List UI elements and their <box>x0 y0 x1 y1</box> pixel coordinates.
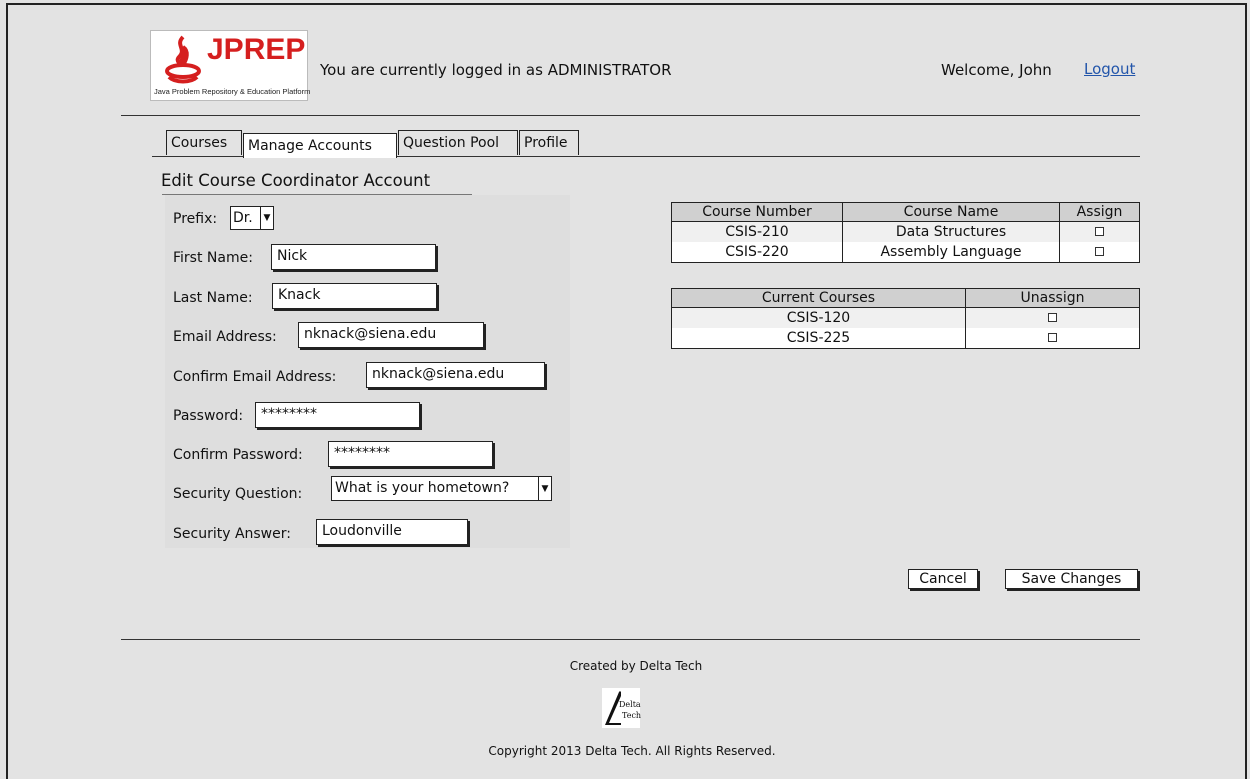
delta-logo-line2: Tech <box>622 711 642 720</box>
flame-icon <box>165 35 201 84</box>
last-name-field[interactable]: Knack <box>272 283 437 309</box>
column-header: Course Name <box>842 202 1060 222</box>
prefix-label: Prefix: <box>173 211 218 227</box>
unassign-checkbox[interactable] <box>965 307 1140 328</box>
tab-courses[interactable]: Courses <box>166 130 242 155</box>
current-course: CSIS-225 <box>671 328 966 349</box>
footer-divider <box>121 639 1140 640</box>
assign-checkbox[interactable] <box>1059 242 1140 263</box>
confirm-password-field[interactable]: ******** <box>328 441 493 467</box>
security-question-label: Security Question: <box>173 486 303 502</box>
tab-profile[interactable]: Profile <box>519 130 579 155</box>
tab-label: Question Pool <box>403 135 500 151</box>
created-by-text: Created by Delta Tech <box>569 659 703 673</box>
table-row: CSIS-210 Data Structures <box>671 221 1140 242</box>
course-name: Data Structures <box>842 221 1060 242</box>
last-name-label: Last Name: <box>173 290 253 306</box>
password-label: Password: <box>173 408 244 424</box>
current-course: CSIS-120 <box>671 307 966 328</box>
table-row: CSIS-120 <box>671 307 1140 328</box>
column-header: Assign <box>1059 202 1140 222</box>
security-answer-label: Security Answer: <box>173 526 291 542</box>
chevron-down-icon: ▼ <box>260 207 273 229</box>
unassign-checkbox[interactable] <box>965 328 1140 349</box>
logo-tagline: Java Problem Repository & Education Plat… <box>154 87 311 96</box>
column-header: Current Courses <box>671 288 966 308</box>
table-header-row: Course Number Course Name Assign <box>671 202 1140 222</box>
course-number: CSIS-210 <box>671 221 843 242</box>
tab-label: Manage Accounts <box>248 138 372 154</box>
password-field[interactable]: ******** <box>255 402 420 428</box>
column-header: Course Number <box>671 202 843 222</box>
header-divider <box>121 115 1140 116</box>
welcome-text: Welcome, John <box>941 61 1052 79</box>
column-header: Unassign <box>965 288 1140 308</box>
page-title: Edit Course Coordinator Account <box>161 171 431 190</box>
jprep-logo: JPREP Java Problem Repository & Educatio… <box>150 30 311 101</box>
tab-label: Courses <box>171 135 228 151</box>
email-label: Email Address: <box>173 329 277 345</box>
tab-question-pool[interactable]: Question Pool <box>398 130 518 155</box>
delta-tech-logo: Delta Tech <box>602 688 642 728</box>
first-name-label: First Name: <box>173 250 253 266</box>
assign-checkbox[interactable] <box>1059 221 1140 242</box>
email-field[interactable]: nknack@siena.edu <box>298 322 484 348</box>
delta-logo-line1: Delta <box>619 700 641 709</box>
table-row: CSIS-225 <box>671 328 1140 349</box>
prefix-select[interactable]: Dr. ▼ <box>230 206 274 230</box>
table-row: CSIS-220 Assembly Language <box>671 242 1140 263</box>
security-question-select[interactable]: What is your hometown? ▼ <box>331 476 552 501</box>
login-status: You are currently logged in as ADMINISTR… <box>320 61 672 79</box>
course-name: Assembly Language <box>842 242 1060 263</box>
security-answer-field[interactable]: Loudonville <box>316 519 468 545</box>
first-name-field[interactable]: Nick <box>271 244 436 270</box>
cancel-button[interactable]: Cancel <box>908 569 978 589</box>
chevron-down-icon: ▼ <box>538 477 551 500</box>
logout-link[interactable]: Logout <box>1084 60 1135 78</box>
confirm-email-label: Confirm Email Address: <box>173 369 337 385</box>
tab-manage-accounts[interactable]: Manage Accounts <box>243 133 397 158</box>
save-changes-button[interactable]: Save Changes <box>1005 569 1138 589</box>
current-courses-table: Current Courses Unassign CSIS-120 CSIS-2… <box>671 288 1140 349</box>
logo-brand: JPREP <box>207 33 306 66</box>
tab-label: Profile <box>524 135 568 151</box>
prefix-value: Dr. <box>233 210 253 226</box>
confirm-password-label: Confirm Password: <box>173 447 303 463</box>
table-header-row: Current Courses Unassign <box>671 288 1140 308</box>
confirm-email-field[interactable]: nknack@siena.edu <box>366 362 545 388</box>
assign-courses-table: Course Number Course Name Assign CSIS-21… <box>671 202 1140 263</box>
copyright-text: Copyright 2013 Delta Tech. All Rights Re… <box>488 744 776 758</box>
course-number: CSIS-220 <box>671 242 843 263</box>
security-question-value: What is your hometown? <box>335 480 510 496</box>
